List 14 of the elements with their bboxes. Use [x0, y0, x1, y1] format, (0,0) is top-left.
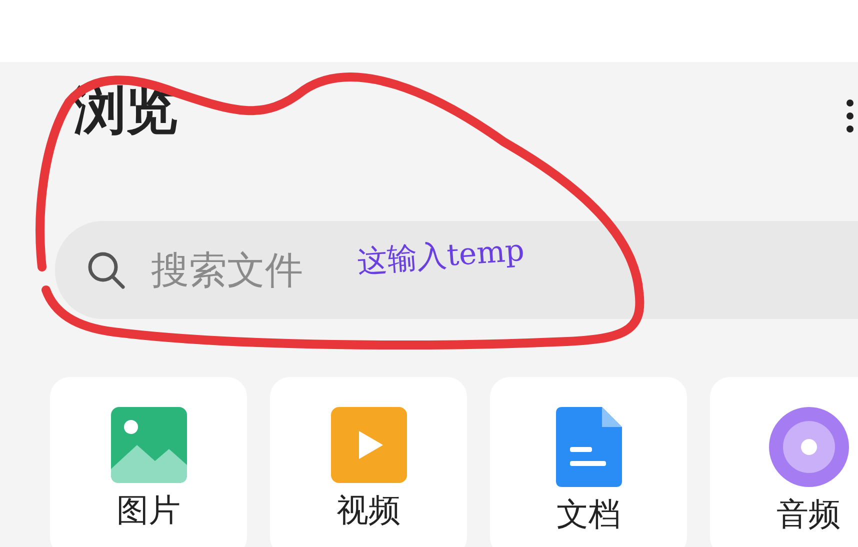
annotation-text: 这输入temp — [356, 232, 526, 282]
category-card[interactable]: 音频 — [710, 377, 858, 547]
category-card[interactable]: 图片 — [50, 377, 247, 547]
document-icon — [556, 407, 622, 487]
category-label: 图片 — [116, 493, 180, 528]
category-card[interactable]: 文档 — [490, 377, 687, 547]
image-icon — [110, 407, 186, 483]
category-label: 文档 — [556, 497, 620, 532]
video-icon — [330, 407, 406, 483]
category-label: 音频 — [776, 497, 840, 532]
category-card[interactable]: 视频 — [270, 377, 467, 547]
category-label: 视频 — [336, 493, 400, 528]
disc-icon — [768, 407, 848, 487]
more-icon[interactable] — [846, 99, 854, 133]
